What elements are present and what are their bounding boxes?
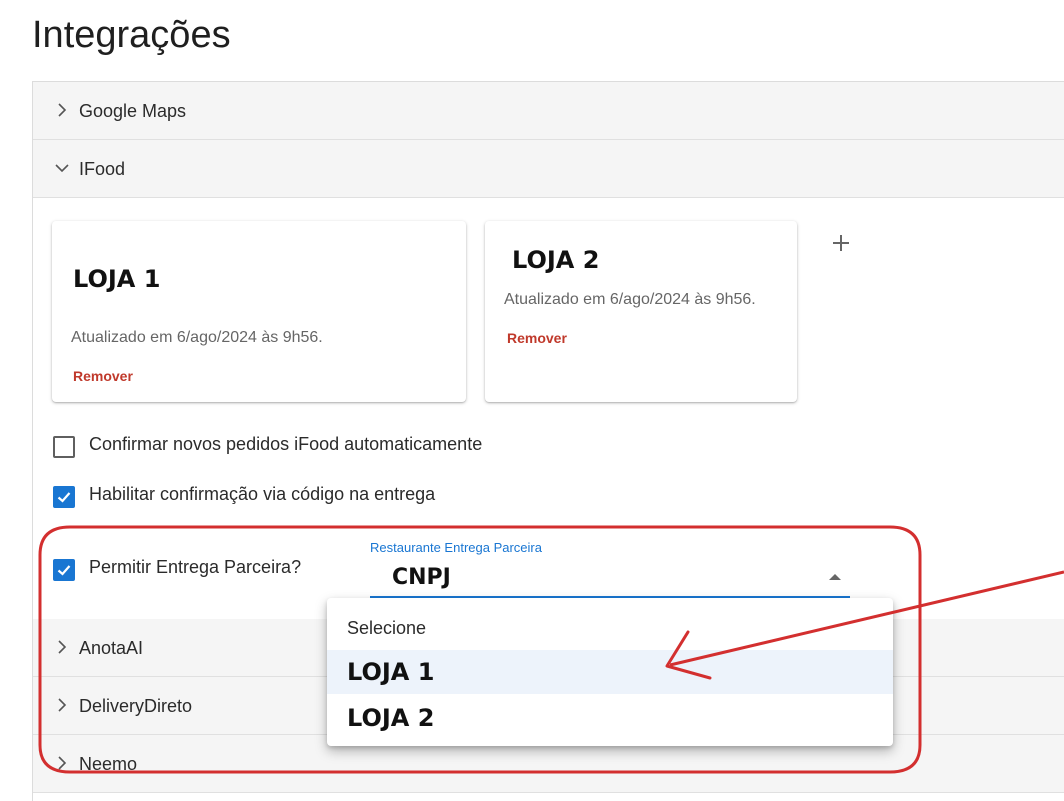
check-icon bbox=[57, 492, 71, 503]
partner-delivery-checkbox[interactable] bbox=[53, 559, 75, 581]
accordion-label: Google Maps bbox=[79, 101, 187, 121]
remove-store-button[interactable]: Remover bbox=[73, 368, 133, 384]
store-updated-text: Atualizado em 6/ago/2024 às 9h56. bbox=[71, 329, 323, 346]
auto-confirm-checkbox[interactable] bbox=[53, 436, 75, 458]
delivery-code-label: Habilitar confirmação via código na entr… bbox=[89, 484, 436, 504]
auto-confirm-label: Confirmar novos pedidos iFood automatica… bbox=[89, 434, 483, 454]
store-name: LOJA 1 bbox=[73, 265, 161, 293]
accordion-google-maps[interactable]: Google Maps bbox=[33, 82, 1064, 140]
chevron-right-icon bbox=[58, 698, 67, 712]
select-dropdown-menu: Selecione LOJA 1 LOJA 2 bbox=[327, 598, 893, 746]
plus-icon[interactable] bbox=[827, 229, 855, 257]
accordion-label: IFood bbox=[79, 159, 126, 179]
option-label: Selecione bbox=[347, 618, 427, 638]
accordion-ifood[interactable]: IFood bbox=[33, 140, 1064, 198]
store-updated-text: Atualizado em 6/ago/2024 às 9h56. bbox=[504, 291, 756, 308]
select-value: CNPJ bbox=[392, 565, 451, 590]
chevron-right-icon bbox=[58, 103, 67, 117]
chevron-right-icon bbox=[58, 640, 67, 654]
option-label: LOJA 2 bbox=[347, 704, 435, 732]
store-name: LOJA 2 bbox=[512, 246, 600, 274]
chevron-right-icon bbox=[58, 756, 67, 770]
chevron-down-icon bbox=[55, 164, 69, 173]
delivery-code-checkbox[interactable] bbox=[53, 486, 75, 508]
store-card-loja-2: LOJA 2 Atualizado em 6/ago/2024 às 9h56.… bbox=[485, 221, 797, 402]
select-label: Restaurante Entrega Parceira bbox=[370, 540, 542, 555]
accordion-label: Neemo bbox=[79, 754, 138, 774]
dropdown-option-selecione[interactable]: Selecione bbox=[327, 606, 893, 650]
remove-store-button[interactable]: Remover bbox=[507, 330, 567, 346]
caret-up-icon bbox=[829, 574, 841, 580]
option-label: LOJA 1 bbox=[347, 658, 435, 686]
store-card-loja-1: LOJA 1 Atualizado em 6/ago/2024 às 9h56.… bbox=[52, 221, 466, 402]
dropdown-option-loja-2[interactable]: LOJA 2 bbox=[327, 696, 893, 740]
dropdown-option-loja-1[interactable]: LOJA 1 bbox=[327, 650, 893, 694]
partner-delivery-label: Permitir Entrega Parceira? bbox=[89, 557, 302, 577]
accordion-label: DeliveryDireto bbox=[79, 696, 193, 716]
check-icon bbox=[57, 565, 71, 576]
partner-restaurant-select[interactable]: Restaurante Entrega Parceira CNPJ bbox=[370, 540, 850, 598]
accordion-label: AnotaAI bbox=[79, 638, 144, 658]
page-title: Integrações bbox=[32, 14, 231, 56]
